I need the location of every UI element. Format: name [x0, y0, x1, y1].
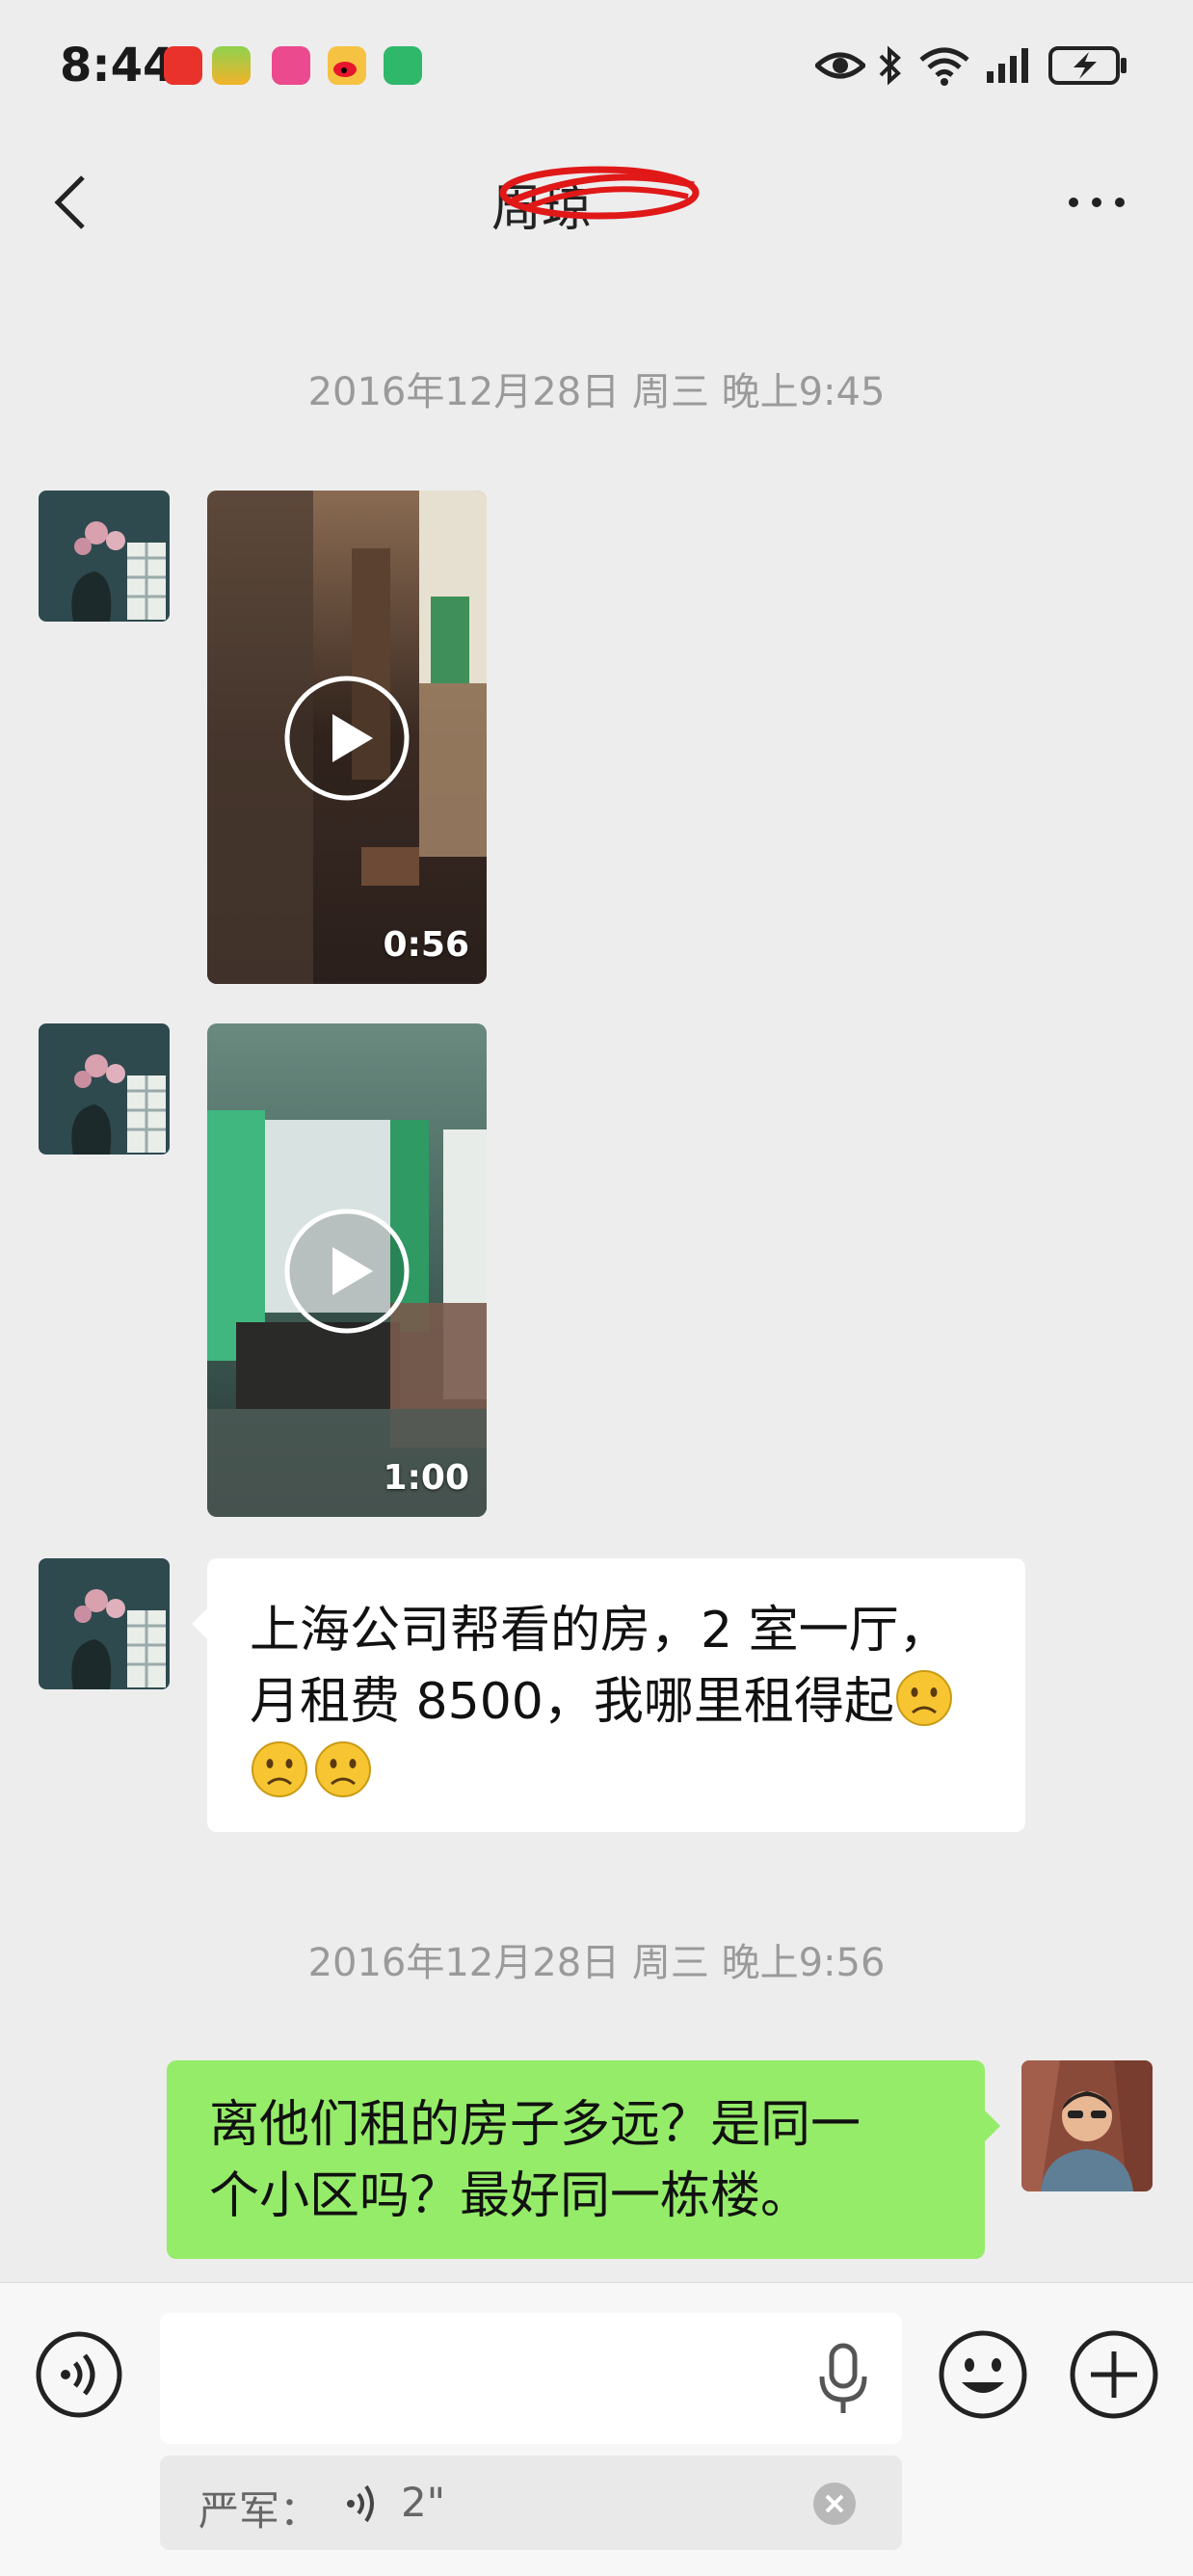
video-duration: 1:00 — [383, 1458, 469, 1498]
quoted-sender: 严军： — [199, 2487, 321, 2535]
video-duration: 0:56 — [383, 925, 469, 965]
game-app-icon — [212, 46, 251, 85]
back-icon[interactable] — [50, 173, 94, 231]
quoted-voice-duration: 2" — [401, 2479, 446, 2526]
emoji-icon[interactable] — [937, 2328, 1029, 2421]
contact-avatar[interactable] — [39, 491, 170, 622]
video-message[interactable]: 0:56 — [207, 491, 487, 984]
voice-input-icon[interactable] — [35, 2330, 123, 2419]
status-time: 8:44 — [60, 39, 175, 93]
message-input-field[interactable] — [160, 2313, 902, 2444]
eye-icon — [815, 52, 865, 79]
redaction-mark — [499, 166, 700, 220]
more-options-icon[interactable] — [1066, 172, 1127, 233]
contact-avatar[interactable] — [39, 1023, 170, 1155]
incoming-message-bubble[interactable]: 上海公司帮看的房，2 室一厅， 月租费 8500，我哪里租得起 — [192, 1558, 1025, 1832]
quoted-reply[interactable]: 严军： 2" — [160, 2456, 902, 2550]
close-quote-icon[interactable] — [811, 2481, 858, 2527]
contact-avatar[interactable] — [39, 1558, 170, 1689]
status-bar: 8:44 — [0, 0, 1193, 135]
message-line: 月租费 8500，我哪里租得起 — [250, 1666, 987, 1738]
microphone-icon[interactable] — [817, 2342, 869, 2415]
voice-wave-icon — [347, 2484, 374, 2523]
signal-icon — [987, 48, 1028, 83]
message-timestamp: 2016年12月28日 周三 晚上9:45 — [307, 370, 886, 414]
bluetooth-icon — [879, 45, 901, 86]
message-line — [250, 1738, 987, 1809]
plus-icon[interactable] — [1068, 2328, 1160, 2421]
video-message[interactable]: 1:00 — [207, 1023, 487, 1517]
huawei-app-icon — [164, 46, 202, 85]
play-icon[interactable] — [282, 1207, 411, 1336]
message-line-text: 月租费 8500，我哪里租得起 — [250, 1673, 894, 1731]
outgoing-message-bubble[interactable]: 离他们租的房子多远？是同一 个小区吗？最好同一栋楼。 — [167, 2060, 1000, 2259]
weibo-icon — [328, 46, 366, 85]
frown-emoji-icon — [895, 1670, 952, 1726]
play-icon[interactable] — [282, 674, 411, 803]
battery-charging-icon — [1048, 46, 1127, 85]
frown-emoji-icon — [252, 1741, 307, 1797]
message-timestamp: 2016年12月28日 周三 晚上9:56 — [307, 1941, 886, 1985]
frown-emoji-icon — [315, 1741, 371, 1797]
my-avatar[interactable] — [1021, 2060, 1153, 2191]
message-line: 上海公司帮看的房，2 室一厅， — [250, 1602, 949, 1660]
pink-app-icon — [272, 46, 310, 85]
message-line: 个小区吗？最好同一栋楼。 — [209, 2167, 811, 2225]
wifi-app-icon — [384, 46, 422, 85]
message-line: 离他们租的房子多远？是同一 — [209, 2096, 862, 2154]
wifi-icon — [919, 47, 969, 86]
